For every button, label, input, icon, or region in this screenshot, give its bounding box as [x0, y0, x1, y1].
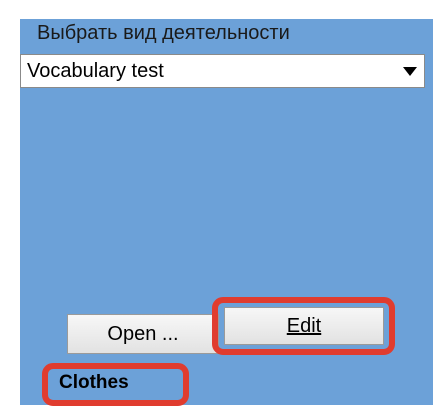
- activity-type-label: Выбрать вид деятельности: [37, 22, 290, 44]
- activity-type-dropdown[interactable]: Vocabulary test: [20, 54, 425, 88]
- open-button-label: Open ...: [107, 322, 179, 345]
- open-button[interactable]: Open ...: [67, 314, 219, 354]
- selected-activity-value: Vocabulary test: [27, 59, 164, 82]
- triangle-down-icon[interactable]: [396, 55, 424, 87]
- activity-panel: Выбрать вид деятельности Vocabulary test…: [0, 0, 433, 406]
- edit-button-label: Edit: [286, 314, 322, 337]
- edit-button[interactable]: Edit: [224, 307, 384, 345]
- topic-name: Clothes: [59, 372, 129, 393]
